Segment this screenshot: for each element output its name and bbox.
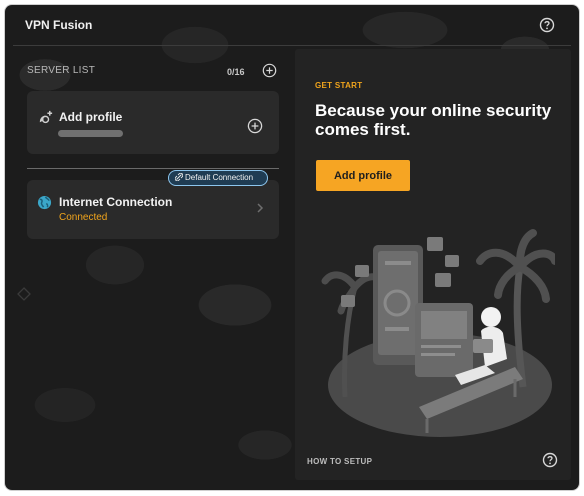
server-count: 0/16 [227, 67, 245, 77]
help-icon[interactable] [542, 452, 558, 468]
server-list-label: SERVER LIST [27, 65, 96, 76]
title-bar: VPN Fusion [5, 5, 579, 45]
add-profile-label: Add profile [59, 110, 123, 124]
add-server-button[interactable] [262, 63, 277, 78]
add-profile-card[interactable]: Add profile [27, 91, 279, 154]
profile-placeholder-bar [58, 130, 123, 137]
add-profile-icon [39, 110, 53, 124]
connection-name: Internet Connection [59, 195, 173, 209]
help-icon[interactable] [539, 17, 555, 33]
decorative-diamond [17, 287, 31, 301]
get-started-panel: GET START Because your online security c… [295, 49, 571, 480]
link-icon [175, 173, 183, 181]
add-profile-button[interactable]: Add profile [316, 160, 410, 191]
title-divider [13, 45, 571, 46]
default-connection-label: Default Connection [185, 173, 254, 182]
app-title: VPN Fusion [25, 18, 93, 32]
connection-status: Connected [59, 212, 108, 223]
default-connection-badge: Default Connection [168, 170, 268, 186]
add-circle-icon[interactable] [247, 118, 263, 134]
list-divider [27, 168, 279, 169]
get-started-headline: Because your online security comes first… [315, 101, 552, 139]
how-to-setup-link[interactable]: HOW TO SETUP [307, 457, 372, 466]
chevron-right-icon[interactable] [255, 201, 265, 215]
get-start-eyebrow: GET START [315, 81, 363, 90]
vpn-fusion-window: VPN Fusion SERVER LIST 0/16 Add profile [5, 5, 579, 490]
vpn-illustration [321, 229, 555, 437]
globe-icon [37, 195, 52, 210]
internet-connection-card[interactable]: Internet Connection Connected [27, 180, 279, 239]
